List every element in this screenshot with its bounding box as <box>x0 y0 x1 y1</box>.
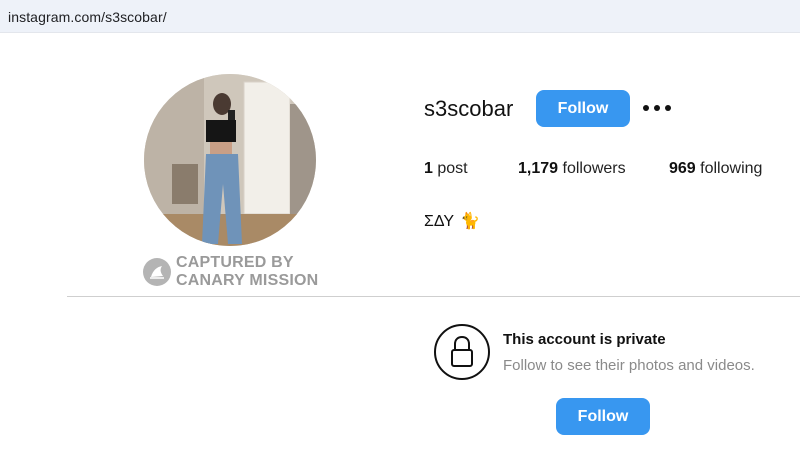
private-account-title: This account is private <box>503 331 666 348</box>
posts-stat: 1 post <box>424 160 468 178</box>
following-stat[interactable]: 969 following <box>669 160 762 178</box>
watermark-text: CAPTURED BY CANARY MISSION <box>176 254 318 290</box>
followers-label: followers <box>562 160 626 177</box>
followers-count: 1,179 <box>518 160 559 177</box>
watermark-line-1: CAPTURED BY <box>176 254 294 271</box>
canary-bird-icon <box>143 258 171 286</box>
lock-icon <box>434 324 490 380</box>
posts-label: post <box>437 160 468 177</box>
profile-username: s3scobar <box>424 96 514 121</box>
url-text[interactable]: instagram.com/s3scobar/ <box>8 9 167 25</box>
more-options-icon[interactable] <box>643 102 671 114</box>
posts-count: 1 <box>424 160 433 177</box>
private-follow-button[interactable]: Follow <box>556 398 650 435</box>
section-divider <box>67 296 800 297</box>
following-label: following <box>700 160 763 177</box>
profile-avatar[interactable] <box>144 74 316 246</box>
profile-bio: ΣΔΥ 🐈 <box>424 211 480 231</box>
bio-text: ΣΔΥ <box>424 213 455 230</box>
follow-button[interactable]: Follow <box>536 90 630 127</box>
watermark-line-2: CANARY MISSION <box>176 272 319 289</box>
followers-stat[interactable]: 1,179 followers <box>518 160 626 178</box>
cat-emoji-icon: 🐈 <box>460 213 480 230</box>
private-account-subtitle: Follow to see their photos and videos. <box>503 357 755 374</box>
following-count: 969 <box>669 160 696 177</box>
browser-address-bar[interactable]: instagram.com/s3scobar/ <box>0 0 800 33</box>
